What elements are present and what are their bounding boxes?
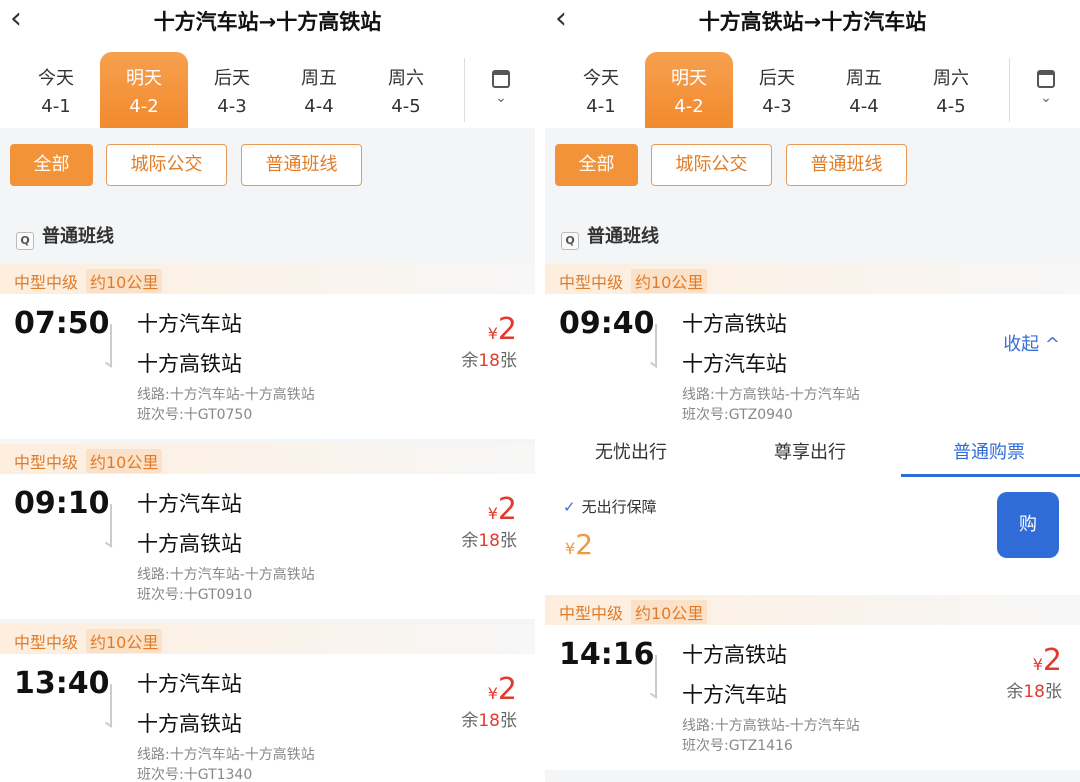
- chevron-down-icon: ⌄: [495, 90, 507, 106]
- search-icon: Q: [16, 232, 34, 250]
- from-station: 十方汽车站: [137, 312, 242, 336]
- route-text: 线路:十方高铁站-十方汽车站: [682, 718, 860, 734]
- trip-tag-bar: 中型中级 约10公里: [0, 264, 535, 294]
- trip-code: 班次号:十GT1340: [137, 767, 253, 782]
- screenshot-root: ‹ 十方汽车站→十方高铁站 今天 4-1 明天 4-2 后天 4-3 周五 4-4 周六…: [0, 0, 1080, 782]
- ticket-type-tabs: 无忧出行 尊享出行 普通购票: [545, 430, 1080, 478]
- seats-remaining: 余18张: [461, 711, 517, 731]
- trip-card-expanded[interactable]: 09:40 十方高铁站 十方汽车站 线路:十方高铁站-十方汽车站 班次号:GTZ…: [545, 294, 1080, 430]
- left-panel: ‹ 十方汽车站→十方高铁站 今天 4-1 明天 4-2 后天 4-3 周五 4-4 周六…: [0, 0, 535, 782]
- filter-bar: 全部 城际公交 普通班线: [545, 130, 1080, 200]
- to-station: 十方高铁站: [137, 352, 242, 376]
- departure-time: 07:50: [14, 306, 110, 341]
- route-text: 线路:十方汽车站-十方高铁站: [137, 387, 315, 403]
- tab-premium[interactable]: 尊享出行: [774, 438, 846, 464]
- departure-time: 13:40: [14, 666, 110, 701]
- route-arrow-icon: [655, 655, 657, 697]
- route-arrow-icon: [110, 684, 112, 726]
- trip-card[interactable]: 07:50 十方汽车站 十方高铁站 线路:十方汽车站-十方高铁站 班次号:十GT…: [0, 294, 535, 439]
- filter-bar: 全部 城际公交 普通班线: [0, 130, 535, 200]
- date-tab-saturday[interactable]: 周六 4-5: [362, 52, 450, 128]
- from-station: 十方高铁站: [682, 643, 787, 667]
- tab-worry-free[interactable]: 无忧出行: [595, 438, 667, 464]
- right-panel: ‹ 十方高铁站→十方汽车站 今天 4-1 明天 4-2 后天 4-3 周五 4-4 周六…: [545, 0, 1080, 782]
- trip-code: 班次号:十GT0910: [137, 587, 253, 603]
- date-tab-saturday[interactable]: 周六 4-5: [907, 52, 995, 128]
- departure-time: 14:16: [559, 637, 655, 672]
- filter-intercity-bus-button[interactable]: 城际公交: [651, 144, 772, 186]
- trip-tag-bar: 中型中级 约10公里: [545, 264, 1080, 294]
- date-tab-tomorrow[interactable]: 明天 4-2: [645, 52, 733, 128]
- route-text: 线路:十方高铁站-十方汽车站: [682, 387, 860, 403]
- header: ‹ 十方汽车站→十方高铁站: [0, 0, 535, 40]
- date-tab-day-after[interactable]: 后天 4-3: [188, 52, 276, 128]
- trip-card[interactable]: 13:40 十方汽车站 十方高铁站 线路:十方汽车站-十方高铁站 班次号:十GT…: [0, 654, 535, 782]
- tab-indicator: [901, 474, 1080, 477]
- filter-regular-line-button[interactable]: 普通班线: [786, 144, 907, 186]
- calendar-icon[interactable]: ⌄: [484, 70, 518, 110]
- date-tab-today[interactable]: 今天 4-1: [12, 52, 100, 128]
- trip-tag-bar: 中型中级 约10公里: [0, 624, 535, 654]
- buy-button[interactable]: 购: [997, 492, 1059, 558]
- trip-card[interactable]: 14:16 十方高铁站 十方汽车站 线路:十方高铁站-十方汽车站 班次号:GTZ…: [545, 625, 1080, 770]
- route-arrow-icon: [110, 324, 112, 366]
- search-icon: Q: [561, 232, 579, 250]
- trip-card[interactable]: 09:10 十方汽车站 十方高铁站 线路:十方汽车站-十方高铁站 班次号:十GT…: [0, 474, 535, 619]
- tab-regular-ticket[interactable]: 普通购票: [953, 438, 1025, 464]
- panel-divider: [535, 0, 545, 782]
- filter-all-button[interactable]: 全部: [10, 144, 93, 186]
- seats-remaining: 余18张: [461, 351, 517, 371]
- calendar-icon[interactable]: ⌄: [1029, 70, 1063, 110]
- collapse-button[interactable]: 收起 ^: [1003, 330, 1060, 356]
- trip-code: 班次号:十GT0750: [137, 407, 253, 423]
- to-station: 十方高铁站: [137, 532, 242, 556]
- ticket-price: ¥2: [565, 528, 594, 561]
- trip-tag-bar: 中型中级 约10公里: [0, 444, 535, 474]
- date-tab-friday[interactable]: 周五 4-4: [275, 52, 363, 128]
- price: ¥2: [487, 312, 517, 347]
- to-station: 十方汽车站: [682, 683, 787, 707]
- date-divider: [464, 58, 465, 122]
- filter-regular-line-button[interactable]: 普通班线: [241, 144, 362, 186]
- to-station: 十方高铁站: [137, 712, 242, 736]
- section-title: Q 普通班线: [16, 222, 114, 250]
- route-arrow-icon: [655, 324, 657, 366]
- date-tab-day-after[interactable]: 后天 4-3: [733, 52, 821, 128]
- page-title: 十方汽车站→十方高铁站: [153, 10, 382, 34]
- trip-code: 班次号:GTZ0940: [682, 407, 793, 423]
- seats-remaining: 余18张: [461, 531, 517, 551]
- seats-remaining: 余18张: [1006, 682, 1062, 702]
- price: ¥2: [487, 672, 517, 707]
- no-insurance-option[interactable]: ✓ 无出行保障: [563, 496, 657, 517]
- route-text: 线路:十方汽车站-十方高铁站: [137, 747, 315, 763]
- check-icon: ✓: [563, 498, 576, 516]
- filter-intercity-bus-button[interactable]: 城际公交: [106, 144, 227, 186]
- from-station: 十方高铁站: [682, 312, 787, 336]
- date-tab-friday[interactable]: 周五 4-4: [820, 52, 908, 128]
- route-arrow-icon: [110, 504, 112, 546]
- from-station: 十方汽车站: [137, 672, 242, 696]
- chevron-down-icon: ⌄: [1040, 90, 1052, 106]
- date-bar: 今天 4-1 明天 4-2 后天 4-3 周五 4-4 周六 4-5: [0, 40, 535, 128]
- filter-all-button[interactable]: 全部: [555, 144, 638, 186]
- date-tab-today[interactable]: 今天 4-1: [557, 52, 645, 128]
- route-text: 线路:十方汽车站-十方高铁站: [137, 567, 315, 583]
- departure-time: 09:10: [14, 486, 110, 521]
- trip-tag-bar: 中型中级 约10公里: [545, 595, 1080, 625]
- ticket-detail: ✓ 无出行保障 ¥2 购: [545, 478, 1080, 596]
- date-bar: 今天 4-1 明天 4-2 后天 4-3 周五 4-4 周六 4-5: [545, 40, 1080, 128]
- date-tab-tomorrow[interactable]: 明天 4-2: [100, 52, 188, 128]
- header: ‹ 十方高铁站→十方汽车站: [545, 0, 1080, 40]
- page-title: 十方高铁站→十方汽车站: [698, 10, 927, 34]
- departure-time: 09:40: [559, 306, 655, 341]
- to-station: 十方汽车站: [682, 352, 787, 376]
- date-divider: [1009, 58, 1010, 122]
- price: ¥2: [1032, 643, 1062, 678]
- from-station: 十方汽车站: [137, 492, 242, 516]
- section-title: Q 普通班线: [561, 222, 659, 250]
- trip-code: 班次号:GTZ1416: [682, 738, 793, 754]
- price: ¥2: [487, 492, 517, 527]
